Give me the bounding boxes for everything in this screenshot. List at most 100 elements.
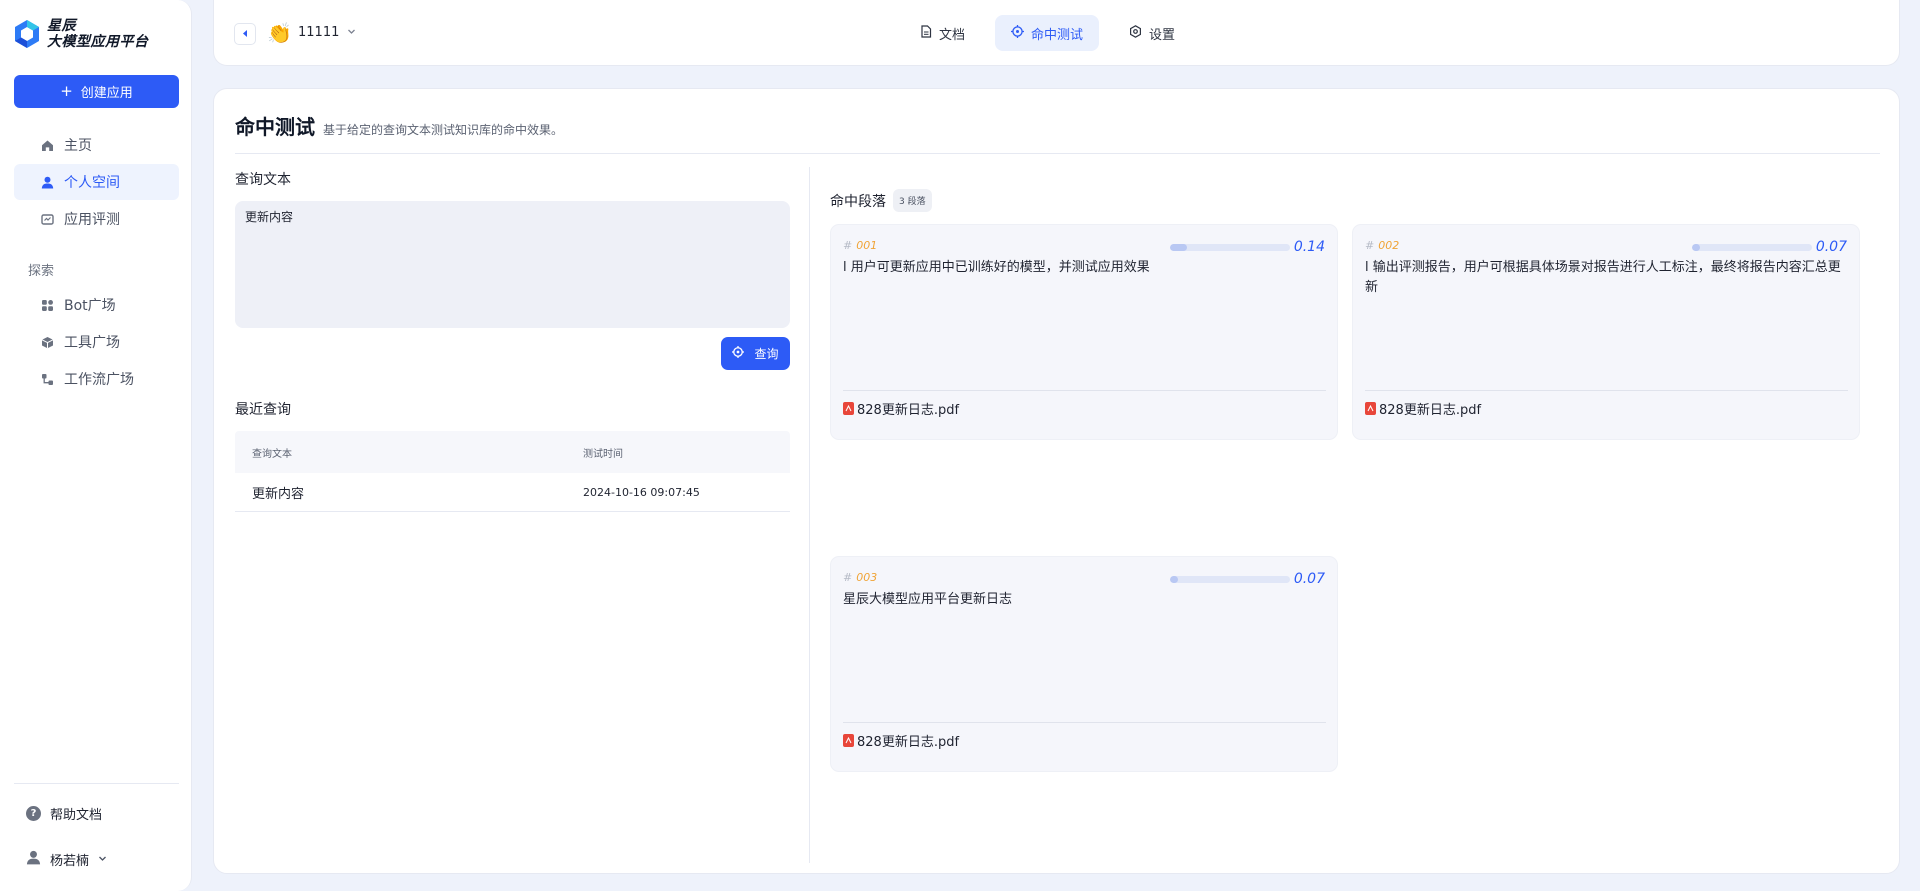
nav-label-app-evaluation: 应用评测 <box>64 212 120 228</box>
back-button[interactable] <box>234 23 256 45</box>
app-name: 11111 <box>298 25 340 40</box>
hit-number-value: 001 <box>856 239 878 252</box>
column-divider <box>809 167 810 863</box>
hit-source-file[interactable]: 828更新日志.pdf <box>843 399 959 418</box>
column-header-query-text: 查询文本 <box>252 448 292 460</box>
user-icon <box>40 175 54 189</box>
hit-number: #001 <box>843 239 878 252</box>
tab-documents[interactable]: 文档 <box>904 15 981 51</box>
tab-hit-test[interactable]: 命中测试 <box>995 15 1100 51</box>
nav-item-home[interactable]: 主页 <box>14 127 179 163</box>
help-docs-label: 帮助文档 <box>50 808 103 823</box>
score-bar <box>1170 244 1290 251</box>
nav-item-bot-square[interactable]: Bot广场 <box>14 287 179 323</box>
score-bar-fill <box>1170 576 1179 583</box>
document-icon <box>920 24 932 42</box>
nav-item-app-evaluation[interactable]: 应用评测 <box>14 201 179 237</box>
hit-source-file[interactable]: 828更新日志.pdf <box>1365 399 1481 418</box>
hit-divider <box>843 390 1326 391</box>
top-tabs: 文档 命中测试 设置 <box>904 15 1191 51</box>
hit-text: l 用户可更新应用中已训练好的模型，并测试应用效果 <box>843 260 1150 275</box>
cube-icon <box>40 335 54 349</box>
page-title: 命中测试 <box>235 115 315 139</box>
logo-line-1: 星辰 <box>47 18 76 34</box>
query-text-label: 查询文本 <box>235 172 291 188</box>
hit-number: #002 <box>1365 239 1400 252</box>
hit-card[interactable]: #001 0.14 l 用户可更新应用中已训练好的模型，并测试应用效果 828更… <box>830 224 1338 440</box>
pdf-icon <box>1365 402 1376 415</box>
home-icon <box>40 138 54 152</box>
hit-divider <box>843 722 1326 723</box>
hit-card[interactable]: #002 0.07 l 输出评测报告，用户可根据具体场景对报告进行人工标注，最终… <box>1352 224 1860 440</box>
recent-queries-table: 查询文本 测试时间 更新内容 2024-10-16 09:07:45 <box>235 431 790 512</box>
score-bar <box>1170 576 1290 583</box>
query-button-label: 查询 <box>754 347 779 361</box>
header-divider <box>235 153 1880 154</box>
target-icon <box>732 346 745 361</box>
plus-icon: + <box>60 82 73 100</box>
hit-paragraphs-header: 命中段落 3 段落 <box>830 189 932 212</box>
gear-icon <box>1129 24 1142 42</box>
hit-file-name: 828更新日志.pdf <box>857 403 960 418</box>
nav-item-workflow-square[interactable]: 工作流广场 <box>14 361 179 397</box>
logo-icon <box>14 19 40 49</box>
nav-item-tool-square[interactable]: 工具广场 <box>14 324 179 360</box>
hit-text: 星辰大模型应用平台更新日志 <box>843 592 1013 607</box>
logo-line-2: 大模型应用平台 <box>47 34 149 50</box>
hit-card[interactable]: #003 0.07 星辰大模型应用平台更新日志 828更新日志.pdf <box>830 556 1338 772</box>
hit-number-value: 003 <box>856 571 878 584</box>
hit-file-name: 828更新日志.pdf <box>1379 403 1482 418</box>
table-header: 查询文本 测试时间 <box>235 431 790 473</box>
user-avatar-icon <box>26 850 41 869</box>
column-header-test-time: 测试时间 <box>583 448 623 460</box>
logo-text: 星辰 大模型应用平台 <box>47 18 149 50</box>
create-app-button[interactable]: + 创建应用 <box>14 75 179 108</box>
chevron-down-icon <box>347 25 356 40</box>
hit-score: 0.07 <box>1293 571 1325 587</box>
tab-settings[interactable]: 设置 <box>1113 15 1191 51</box>
evaluation-icon <box>40 212 54 226</box>
page-header: 命中测试 基于给定的查询文本测试知识库的命中效果。 <box>235 111 563 140</box>
nav-label-personal-space: 个人空间 <box>64 175 120 191</box>
app-emoji-icon: 👏 <box>267 21 292 45</box>
nav-label-tool-square: 工具广场 <box>64 335 120 351</box>
main-panel: 命中测试 基于给定的查询文本测试知识库的命中效果。 查询文本 查询 最近查询 查… <box>213 88 1900 874</box>
logo[interactable]: 星辰 大模型应用平台 <box>14 18 149 50</box>
target-icon <box>1011 24 1025 42</box>
user-menu[interactable]: 杨若楠 <box>26 850 107 869</box>
create-app-label: 创建应用 <box>80 86 133 101</box>
query-button[interactable]: 查询 <box>721 337 790 370</box>
page-subtitle: 基于给定的查询文本测试知识库的命中效果。 <box>323 123 564 137</box>
hit-divider <box>1365 390 1848 391</box>
hit-score: 0.14 <box>1293 239 1325 255</box>
sidebar-divider <box>14 783 179 784</box>
user-name: 杨若楠 <box>50 854 90 869</box>
hit-paragraphs-label: 命中段落 <box>830 193 886 210</box>
nav-label-home: 主页 <box>64 138 92 154</box>
help-icon: ? <box>26 806 41 821</box>
tab-settings-label: 设置 <box>1149 27 1176 43</box>
top-bar: 👏 11111 文档 命中测试 设置 <box>213 0 1900 66</box>
nav-item-personal-space[interactable]: 个人空间 <box>14 164 179 200</box>
score-bar <box>1692 244 1812 251</box>
score-bar-fill <box>1170 244 1187 251</box>
hit-number: #003 <box>843 571 878 584</box>
hit-file-name: 828更新日志.pdf <box>857 735 960 750</box>
grid-icon <box>40 298 54 312</box>
nav-label-workflow-square: 工作流广场 <box>64 372 134 388</box>
workflow-icon <box>40 372 54 386</box>
hit-source-file[interactable]: 828更新日志.pdf <box>843 731 959 750</box>
hit-count-badge: 3 段落 <box>893 189 932 212</box>
explore-section-label: 探索 <box>28 264 55 279</box>
back-arrow-icon <box>241 26 249 42</box>
sidebar: 星辰 大模型应用平台 + 创建应用 主页 个人空间 应用评测 探索 Bot广场 <box>0 0 192 891</box>
table-row[interactable]: 更新内容 2024-10-16 09:07:45 <box>235 473 790 512</box>
query-text-input[interactable] <box>235 201 790 328</box>
app-switcher[interactable]: 11111 <box>298 25 356 40</box>
pdf-icon <box>843 734 854 747</box>
tab-documents-label: 文档 <box>939 27 966 43</box>
help-docs-link[interactable]: ? 帮助文档 <box>26 804 102 823</box>
score-bar-fill <box>1692 244 1701 251</box>
hit-text: l 输出评测报告，用户可根据具体场景对报告进行人工标注，最终将报告内容汇总更新 <box>1365 260 1841 295</box>
tab-hit-test-label: 命中测试 <box>1031 27 1084 43</box>
